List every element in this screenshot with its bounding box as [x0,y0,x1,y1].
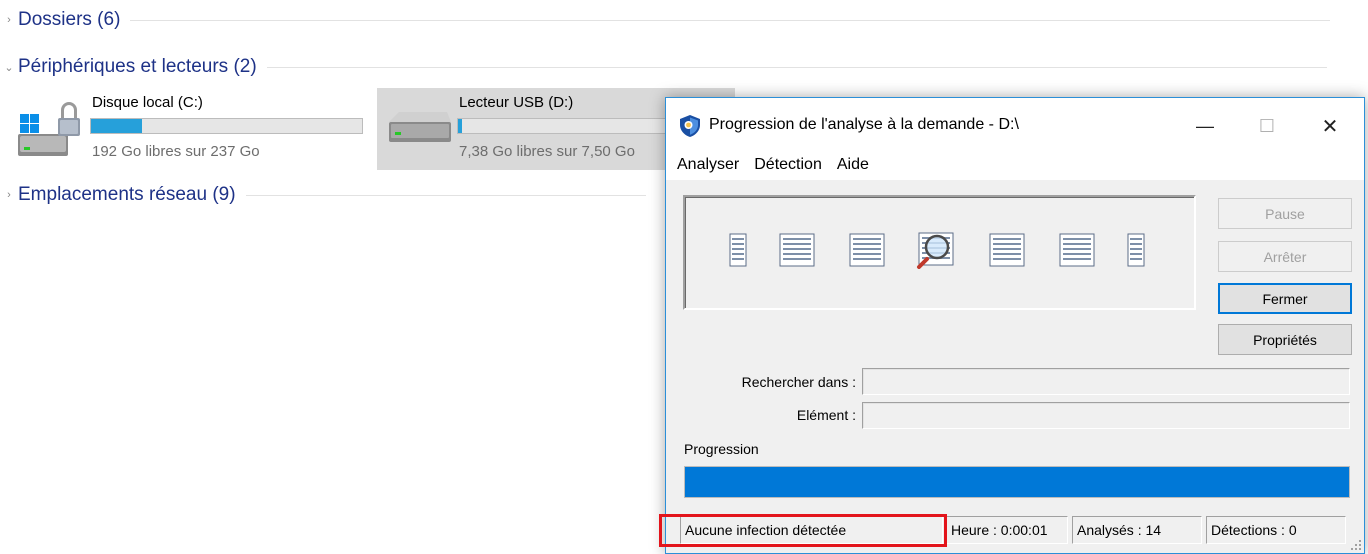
status-detections: Détections : 0 [1206,516,1346,544]
windows-drive-icon [18,102,80,156]
drive-usage-fill [458,119,463,133]
drive-c[interactable]: Disque local (C:) 192 Go libres sur 237 … [10,88,370,170]
status-time: Heure : 0:00:01 [946,516,1068,544]
search-in-label: Rechercher dans : [741,374,856,390]
document-icon [1127,233,1145,267]
document-icon [729,233,747,267]
magnifier-scan-icon [917,232,954,269]
menu-bar: Analyser Détection Aide [666,150,1364,180]
scan-animation-panel [683,195,1196,310]
drive-name: Disque local (C:) [92,94,203,111]
search-in-field [862,368,1350,395]
drive-free-space: 192 Go libres sur 237 Go [92,143,260,160]
drive-free-space: 7,38 Go libres sur 7,50 Go [459,143,635,160]
title-bar[interactable]: Progression de l'analyse à la demande - … [666,98,1364,156]
dialog-title: Progression de l'analyse à la demande - … [709,116,1019,133]
progress-label: Progression [684,441,759,457]
minimize-button[interactable]: — [1184,106,1226,146]
annotation-highlight-box [659,514,947,547]
drive-usage-bar [90,118,363,134]
group-divider [266,66,1327,68]
drive-usage-fill [91,119,143,133]
chevron-down-icon[interactable]: ⌄ [0,61,18,74]
document-icon [849,233,885,267]
close-button[interactable]: Fermer [1218,283,1352,314]
resize-grip-icon[interactable] [1350,539,1362,551]
element-label: Elément : [796,407,856,423]
menu-analyze[interactable]: Analyser [677,156,739,174]
group-title-devices: Périphériques et lecteurs (2) [18,56,257,77]
screen: › Dossiers (6) ⌄ Périphériques et lecteu… [0,0,1368,554]
drive-name: Lecteur USB (D:) [459,94,574,111]
chevron-right-icon[interactable]: › [0,14,18,26]
status-analyzed: Analysés : 14 [1072,516,1202,544]
maximize-button[interactable]: ☐ [1246,106,1288,146]
usb-drive-icon [389,112,451,142]
progress-bar [684,466,1350,498]
close-window-button[interactable]: ✕ [1309,106,1351,146]
chevron-right-icon[interactable]: › [0,189,18,201]
properties-button[interactable]: Propriétés [1218,324,1352,355]
group-title-network: Emplacements réseau (9) [18,184,236,205]
element-field [862,402,1350,429]
group-folders[interactable]: › Dossiers (6) [0,7,1368,33]
group-divider [245,194,646,196]
stop-button[interactable]: Arrêter [1218,241,1352,272]
group-title-folders: Dossiers (6) [18,9,121,30]
scan-progress-dialog: Progression de l'analyse à la demande - … [665,97,1365,554]
menu-detection[interactable]: Détection [754,156,822,174]
pause-button[interactable]: Pause [1218,198,1352,229]
document-icon [989,233,1025,267]
group-devices[interactable]: ⌄ Périphériques et lecteurs (2) [0,54,1368,80]
document-icon [1059,233,1095,267]
group-divider [130,19,1331,21]
menu-help[interactable]: Aide [837,156,869,174]
shield-scan-icon [680,115,700,137]
document-icon [779,233,815,267]
progress-fill [685,467,1349,497]
